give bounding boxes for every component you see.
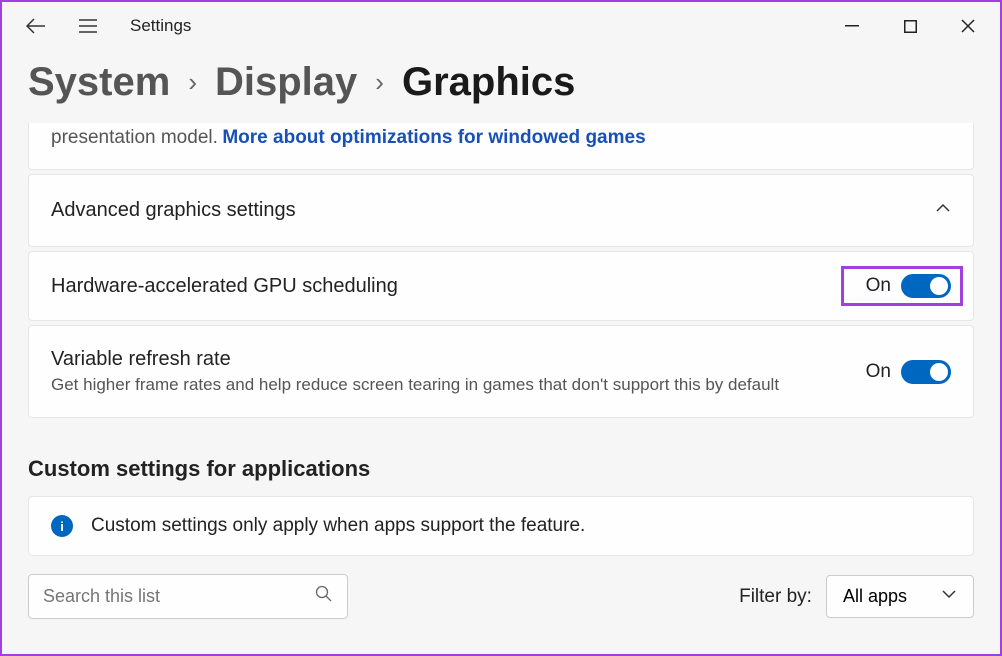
search-icon [315, 585, 333, 608]
refresh-toggle-state: On [866, 361, 891, 383]
gpu-scheduling-card: Hardware-accelerated GPU scheduling On [28, 251, 974, 321]
filter-dropdown[interactable]: All apps [826, 575, 974, 618]
gpu-scheduling-toggle-group: On [866, 274, 951, 298]
refresh-rate-row: Variable refresh rate Get higher frame r… [29, 326, 973, 417]
breadcrumb-system[interactable]: System [28, 60, 170, 105]
chevron-down-icon [941, 586, 957, 607]
partial-info-card: presentation model. More about optimizat… [28, 123, 974, 170]
breadcrumb-display[interactable]: Display [215, 60, 357, 105]
chevron-right-icon: › [375, 67, 384, 98]
gpu-toggle-state: On [866, 275, 891, 297]
back-button[interactable] [20, 10, 52, 42]
partial-text: presentation model. [51, 127, 218, 148]
search-box[interactable] [28, 574, 348, 619]
close-button[interactable] [958, 16, 978, 36]
custom-settings-heading: Custom settings for applications [28, 456, 974, 482]
refresh-rate-toggle[interactable] [901, 360, 951, 384]
chevron-right-icon: › [188, 67, 197, 98]
app-title: Settings [130, 16, 191, 36]
hamburger-menu[interactable] [72, 10, 104, 42]
toggle-thumb [930, 363, 948, 381]
refresh-rate-label: Variable refresh rate [51, 348, 779, 371]
bottom-controls: Filter by: All apps [28, 574, 974, 619]
optimization-link[interactable]: More about optimizations for windowed ga… [222, 127, 645, 148]
maximize-button[interactable] [900, 16, 920, 36]
toggle-thumb [930, 277, 948, 295]
info-text: Custom settings only apply when apps sup… [91, 515, 585, 537]
main-content: presentation model. More about optimizat… [2, 123, 1000, 619]
gpu-scheduling-label: Hardware-accelerated GPU scheduling [51, 275, 398, 298]
refresh-rate-toggle-group: On [866, 360, 951, 384]
search-input[interactable] [43, 586, 315, 607]
breadcrumb-graphics: Graphics [402, 60, 575, 105]
gpu-scheduling-toggle[interactable] [901, 274, 951, 298]
top-bar: Settings [2, 2, 191, 50]
filter-selected: All apps [843, 586, 907, 607]
advanced-section-header[interactable]: Advanced graphics settings [29, 175, 973, 246]
info-icon: i [51, 515, 73, 537]
info-card: i Custom settings only apply when apps s… [28, 496, 974, 556]
advanced-graphics-card: Advanced graphics settings [28, 174, 974, 247]
minimize-button[interactable] [842, 16, 862, 36]
gpu-scheduling-row: Hardware-accelerated GPU scheduling On [29, 252, 973, 320]
breadcrumb: System › Display › Graphics [2, 56, 1000, 123]
refresh-rate-card: Variable refresh rate Get higher frame r… [28, 325, 974, 418]
advanced-section-title: Advanced graphics settings [51, 199, 296, 222]
filter-group: Filter by: All apps [739, 575, 974, 618]
chevron-up-icon [935, 200, 951, 221]
refresh-rate-description: Get higher frame rates and help reduce s… [51, 375, 779, 395]
filter-label: Filter by: [739, 586, 812, 608]
